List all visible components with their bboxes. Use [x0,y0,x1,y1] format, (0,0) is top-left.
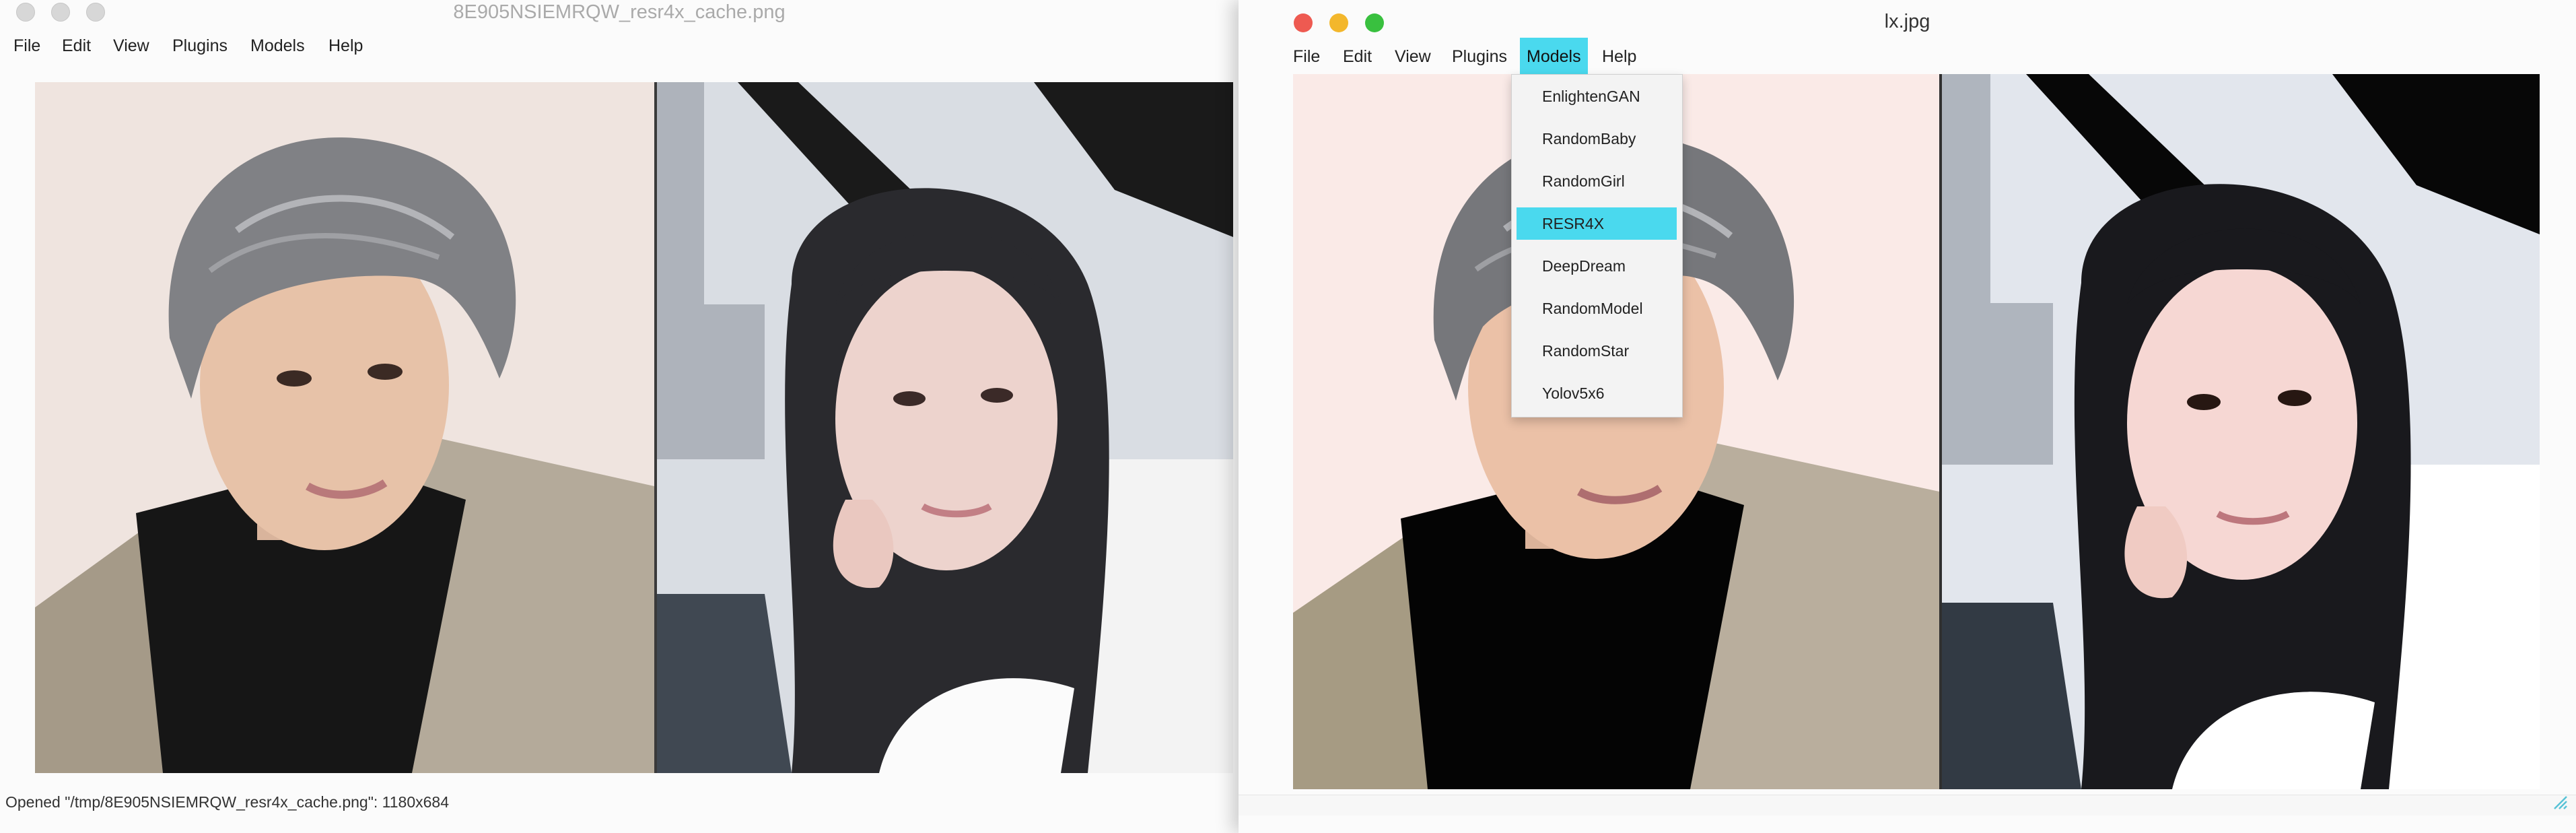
menu-file[interactable]: File [1286,38,1327,75]
photo-man [35,82,654,773]
menu-item-deepdream[interactable]: DeepDream [1517,250,1677,282]
menu-help[interactable]: Help [1595,38,1643,75]
image-canvas[interactable] [35,82,1233,773]
left-image-window: 8E905NSIEMRQW_resr4x_cache.png File Edit… [0,0,1239,833]
menu-help[interactable]: Help [322,27,370,65]
right-image-window: lx.jpg File Edit View Plugins Models Hel… [1239,0,2576,833]
menu-item-randomstar[interactable]: RandomStar [1517,335,1677,367]
menu-edit[interactable]: Edit [55,27,98,65]
window-title: 8E905NSIEMRQW_resr4x_cache.png [453,1,786,23]
menu-bar: File Edit View Plugins Models Help [1239,38,2576,75]
status-text: Opened "/tmp/8E905NSIEMRQW_resr4x_cache.… [5,793,449,811]
menu-models[interactable]: Models [244,27,312,65]
image-canvas[interactable] [1293,74,2540,789]
menu-view[interactable]: View [1388,38,1438,75]
menu-view[interactable]: View [106,27,156,65]
resize-grip-icon[interactable] [2550,793,2568,810]
menu-item-randombaby[interactable]: RandomBaby [1517,123,1677,155]
menu-file[interactable]: File [7,27,47,65]
models-dropdown-menu: EnlightenGAN RandomBaby RandomGirl RESR4… [1511,74,1683,418]
photo-woman [1942,74,2540,789]
menu-item-resr4x[interactable]: RESR4X [1517,207,1677,240]
menu-item-yolov5x6[interactable]: Yolov5x6 [1517,377,1677,409]
menu-plugins[interactable]: Plugins [166,27,234,65]
menu-bar: File Edit View Plugins Models Help [0,27,1239,65]
menu-item-enlightengan[interactable]: EnlightenGAN [1517,80,1677,112]
photo-woman [657,82,1233,773]
window-title: lx.jpg [1884,11,1930,32]
menu-item-randomgirl[interactable]: RandomGirl [1517,165,1677,197]
menu-edit[interactable]: Edit [1336,38,1379,75]
menu-item-randommodel[interactable]: RandomModel [1517,292,1677,325]
status-bar: Opened "/tmp/8E905NSIEMRQW_resr4x_cache.… [0,788,1239,820]
menu-plugins[interactable]: Plugins [1445,38,1514,75]
menu-models[interactable]: Models [1520,38,1588,75]
title-bar[interactable]: lx.jpg [1239,0,2576,34]
status-bar [1239,795,2576,815]
